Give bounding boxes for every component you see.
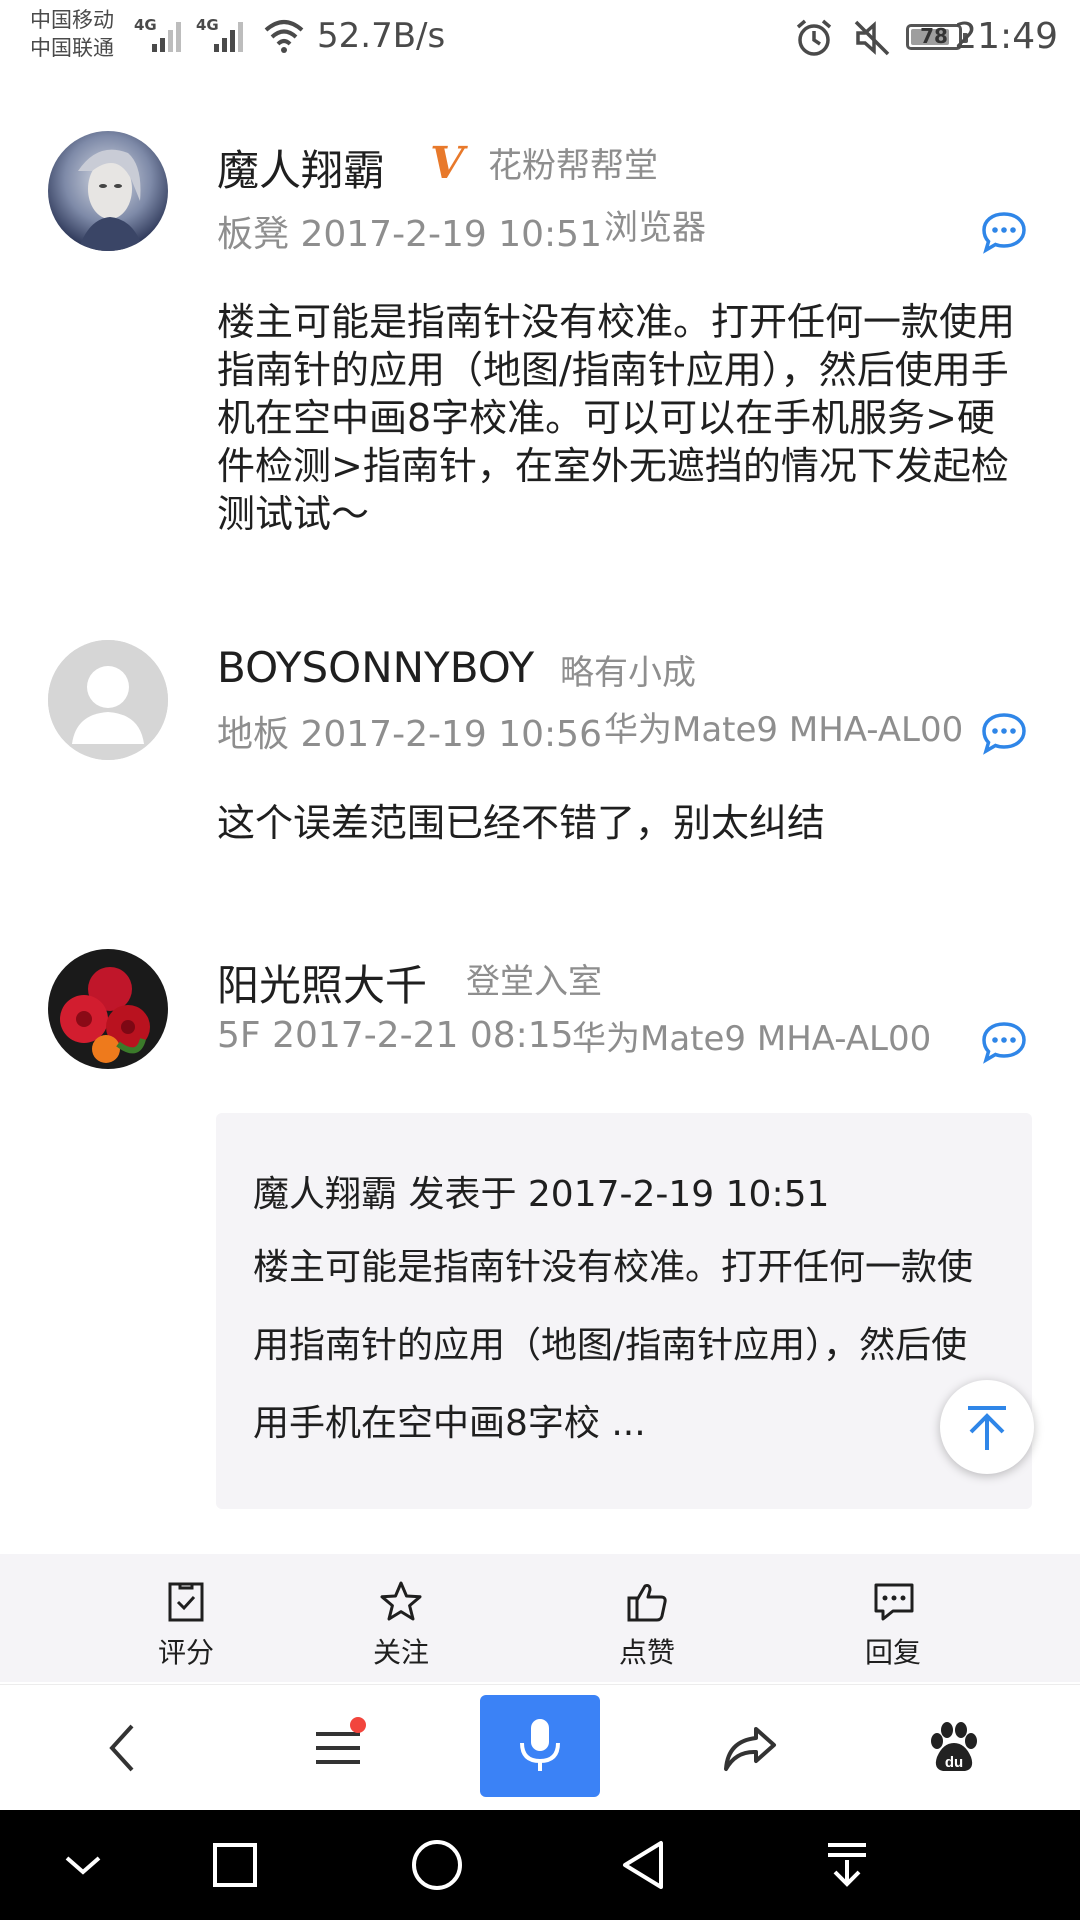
nav-collapse-button[interactable]: [28, 1810, 138, 1920]
user-rank: 略有小成: [560, 653, 696, 693]
nav-back-button[interactable]: [588, 1810, 698, 1920]
avatar[interactable]: [48, 131, 168, 251]
alarm-icon: [796, 19, 832, 56]
post-content: 楼主可能是指南针没有校准。打开任何一款使用指南针的应用（地图/指南针应用），然后…: [217, 300, 1016, 536]
post-datetime: 2017-2-19 10:56: [300, 714, 602, 755]
carrier-2: 中国联通: [30, 36, 114, 60]
nav-home-button[interactable]: [382, 1810, 492, 1920]
baidu-home-button[interactable]: du: [894, 1685, 1014, 1811]
baidu-paw-icon: du: [931, 1722, 977, 1771]
voice-search-button[interactable]: [480, 1695, 600, 1797]
mute-icon: [854, 20, 890, 56]
comment-bubble-icon[interactable]: [980, 1020, 1028, 1064]
post-meta: 5F 2017-2-21 08:15: [217, 1015, 574, 1056]
username[interactable]: 魔人翔霸: [217, 137, 385, 198]
status-bar: 中国移动 中国联通 4G 4G 52.7B/s 78 21:49: [0, 0, 1080, 80]
vip-badge: V: [430, 138, 465, 189]
star-icon: [380, 1581, 422, 1621]
browser-toolbar: du: [0, 1684, 1080, 1811]
quote-text: 楼主可能是指南针没有校准。打开任何一款使用指南针的应用（地图/指南针应用），然后…: [253, 1247, 974, 1444]
square-icon: [213, 1843, 257, 1887]
menu-button[interactable]: [278, 1685, 398, 1811]
signal-strength-icon: 4G: [134, 16, 184, 52]
rate-label: 评分: [157, 1636, 214, 1669]
circle-icon: [412, 1840, 462, 1890]
carrier-1: 中国移动: [30, 8, 114, 32]
reply-button[interactable]: 回复: [833, 1554, 953, 1682]
post-action-bar: 评分 关注 点赞 回复: [0, 1554, 1080, 1682]
back-button[interactable]: [62, 1685, 182, 1811]
floor-label: 地板: [217, 714, 290, 755]
like-label: 点赞: [618, 1636, 675, 1669]
follow-label: 关注: [372, 1636, 429, 1669]
user-rank: 登堂入室: [466, 962, 602, 1002]
carrier-labels: 中国移动 中国联通: [30, 6, 114, 62]
post-content: 这个误差范围已经不错了，别太纠结: [217, 801, 826, 845]
avatar[interactable]: [48, 949, 168, 1069]
thumbs-up-icon: [627, 1584, 667, 1622]
avatar[interactable]: [48, 640, 168, 760]
nav-recents-button[interactable]: [180, 1810, 290, 1920]
user-rank: 花粉帮帮堂: [488, 146, 658, 186]
post-datetime: 2017-2-19 10:51: [300, 214, 602, 255]
follow-button[interactable]: 关注: [341, 1554, 461, 1682]
username[interactable]: 阳光照大千: [217, 952, 427, 1013]
rate-icon: [168, 1582, 204, 1622]
quote-header: 魔人翔霸 发表于 2017-2-19 10:51: [253, 1174, 830, 1215]
back-to-top-icon: [968, 1406, 1006, 1450]
wifi-icon: [264, 20, 304, 53]
comment-bubble-icon[interactable]: [980, 711, 1028, 755]
back-to-top-button[interactable]: [940, 1380, 1034, 1474]
share-button[interactable]: [690, 1685, 810, 1811]
svg-text:du: du: [945, 1754, 963, 1771]
quoted-post[interactable]: 魔人翔霸 发表于 2017-2-19 10:51 楼主可能是指南针没有校准。打开…: [216, 1113, 1032, 1509]
like-button[interactable]: 点赞: [587, 1554, 707, 1682]
reply-bubble-icon: [874, 1583, 914, 1621]
network-speed: 52.7B/s: [317, 16, 446, 56]
comment-bubble-icon[interactable]: [980, 210, 1028, 254]
triangle-back-icon: [623, 1841, 663, 1889]
floor-label: 5F: [217, 1015, 261, 1056]
post-device: 浏览器: [604, 208, 706, 248]
share-icon: [724, 1727, 776, 1771]
post-meta: 地板 2017-2-19 10:56: [217, 705, 602, 757]
pull-down-icon: [828, 1843, 866, 1887]
post-meta: 板凳 2017-2-19 10:51: [217, 205, 602, 257]
post-datetime: 2017-2-21 08:15: [272, 1015, 574, 1056]
floor-label: 板凳: [217, 214, 290, 255]
post-device: 华为Mate9 MHA-AL00: [572, 1019, 932, 1059]
reply-label: 回复: [864, 1636, 921, 1669]
chevron-down-icon: [65, 1856, 101, 1875]
signal-strength-icon: 4G: [196, 16, 246, 52]
system-navigation-bar: [0, 1810, 1080, 1920]
clock: 21:49: [954, 16, 1058, 57]
nav-notification-button[interactable]: [792, 1810, 902, 1920]
rate-button[interactable]: 评分: [126, 1554, 246, 1682]
microphone-icon: [520, 1719, 560, 1771]
post-device: 华为Mate9 MHA-AL00: [604, 710, 964, 750]
username[interactable]: BOYSONNYBOY: [217, 643, 534, 692]
back-icon: [109, 1724, 134, 1772]
notification-dot: [350, 1717, 366, 1733]
